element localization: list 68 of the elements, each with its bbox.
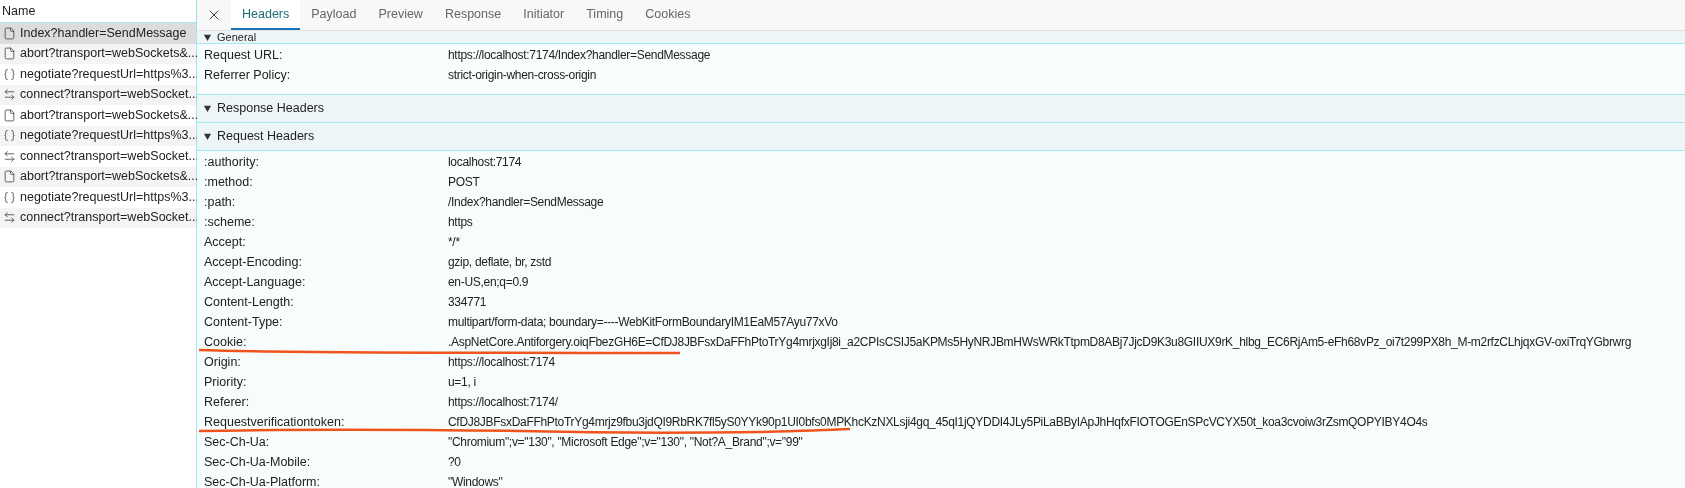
- header-name: Sec-Ch-Ua-Mobile:: [203, 453, 312, 471]
- request-row[interactable]: connect?transport=webSocket...: [0, 207, 196, 228]
- document-icon: [3, 108, 16, 122]
- header-value: POST: [448, 174, 480, 191]
- header-value: multipart/form-data; boundary=----WebKitFormBoundaryIM1EaM57Ayu77xVo: [448, 314, 838, 331]
- tab[interactable]: Preview: [367, 0, 434, 30]
- section-title: General: [217, 31, 257, 43]
- header-value: 334771: [448, 294, 487, 311]
- header-name: Sec-Ch-Ua:: [203, 433, 271, 451]
- request-row[interactable]: connect?transport=webSocket...: [0, 84, 196, 105]
- request-row[interactable]: abort?transport=webSockets&...: [0, 43, 196, 64]
- tab[interactable]: Headers: [231, 0, 301, 30]
- header-name: Cookie:: [203, 333, 248, 351]
- header-name: Requestverificationtoken:: [203, 413, 346, 431]
- header-name: Origin:: [203, 353, 242, 371]
- document-icon: [3, 47, 16, 61]
- document-icon: [3, 170, 16, 184]
- header-value: localhost:7174: [448, 154, 522, 171]
- braces-icon: [3, 190, 16, 204]
- header-value: /Index?handler=SendMessage: [448, 194, 604, 211]
- tab[interactable]: Initiator: [512, 0, 576, 30]
- header-name: Request URL:: [203, 46, 284, 64]
- section-header[interactable]: Response Headers: [197, 95, 1685, 123]
- section-title: Response Headers: [217, 100, 324, 118]
- header-name: :method:: [203, 173, 254, 191]
- header-value: "Windows": [448, 474, 503, 488]
- header-name: :authority:: [203, 153, 260, 171]
- column-header: Name: [1, 2, 36, 20]
- header-value: ?0: [448, 454, 461, 471]
- header-name: Referer:: [203, 393, 251, 411]
- tab[interactable]: Payload: [300, 0, 368, 30]
- section-header[interactable]: General: [197, 31, 1685, 44]
- header-name: Accept-Encoding:: [203, 253, 303, 271]
- request-row[interactable]: abort?transport=webSockets&...: [0, 166, 196, 187]
- header-value: gzip, deflate, br, zstd: [448, 254, 552, 271]
- header-value: https://localhost:7174/: [448, 394, 558, 411]
- header-value: https://localhost:7174/Index?handler=SendMessage: [448, 47, 711, 64]
- header-name: Referrer Policy:: [203, 66, 292, 84]
- request-row[interactable]: Index?handler=SendMessage: [0, 23, 196, 44]
- header-name: :path:: [203, 193, 237, 211]
- header-value: u=1, i: [448, 374, 476, 391]
- header-value: https: [448, 214, 473, 231]
- arrows-icon: [3, 149, 16, 163]
- arrows-icon: [3, 88, 16, 102]
- header-name: :scheme:: [203, 213, 256, 231]
- tab[interactable]: Response: [433, 0, 513, 30]
- header-value: CfDJ8JBFsxDaFFhPtoTrYg4mrjz9fbu3jdQI9RbRK7fl5yS0YYk90p1UI0bfs0MPKhcKzNXLsji4gq_45qI1jQYDDI4JLy5PiLaBByIApJhHqfxFIOTOGEnSPcVCYX50t_koa3cvoiw3rZsmQOPYIBY4O4s: [448, 414, 1428, 431]
- header-value: "Chromium";v="130", "Microsoft Edge";v="130", "Not?A_Brand";v="99": [448, 434, 803, 451]
- section-title: Request Headers: [217, 128, 315, 146]
- tab[interactable]: Timing: [575, 0, 635, 30]
- header-name: Accept:: [203, 233, 247, 251]
- header-name: Content-Length:: [203, 293, 295, 311]
- header-value: https://localhost:7174: [448, 354, 555, 371]
- document-icon: [3, 26, 16, 40]
- request-row[interactable]: negotiate?requestUrl=https%3...: [0, 125, 196, 146]
- header-value: .AspNetCore.Antiforgery.oiqFbezGH6E=CfDJ8JBFsxDaFFhPtoTrYg4mrjxgIj8i_a2CPIsCSIJ5aKPMs5HyNRJBmHWsWRkTtpmD8ABj7JjcD9K3u8GIIUX9rK_hlbg_EC6RjAm5-eFh68vPz_oi7t299PX8h_M-m2rfzCLhjqxGV-oxiTrqYGbrwrg: [448, 334, 1631, 351]
- header-value: strict-origin-when-cross-origin: [448, 67, 597, 84]
- braces-icon: [3, 129, 16, 143]
- header-name: Priority:: [203, 373, 248, 391]
- header-name: Accept-Language:: [203, 273, 307, 291]
- header-name: Sec-Ch-Ua-Platform:: [203, 473, 321, 488]
- header-name: Content-Type:: [203, 313, 284, 331]
- header-value: en-US,en;q=0.9: [448, 274, 529, 291]
- braces-icon: [3, 67, 16, 81]
- tab[interactable]: Cookies: [634, 0, 702, 30]
- header-value: */*: [448, 234, 460, 251]
- arrows-icon: [3, 211, 16, 225]
- section-header[interactable]: Request Headers: [197, 123, 1685, 151]
